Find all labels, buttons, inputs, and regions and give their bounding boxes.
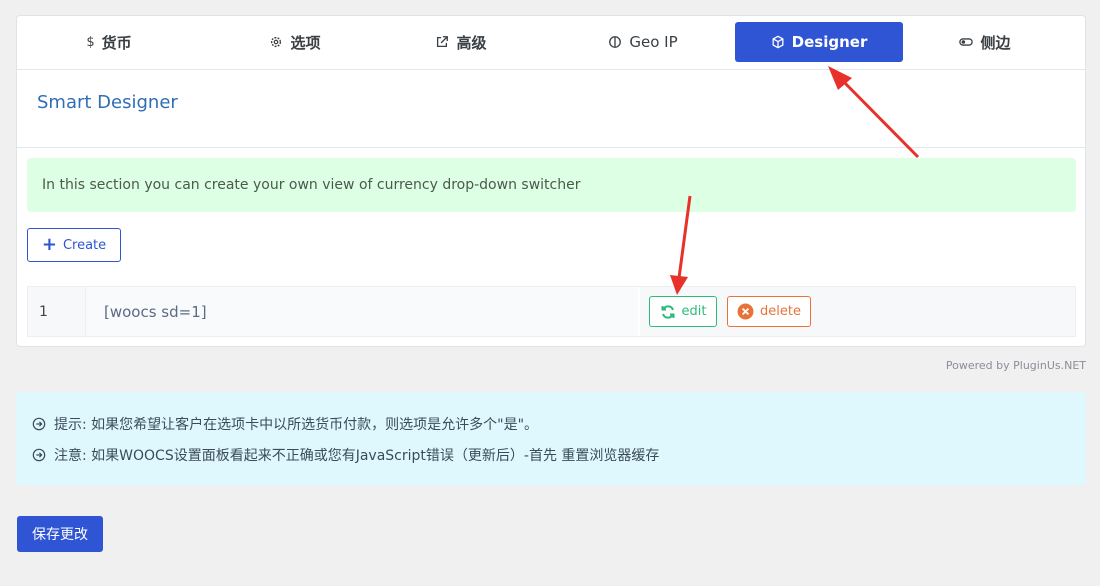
- refresh-icon: [661, 304, 675, 319]
- edit-label: edit: [681, 304, 707, 319]
- help-line: 注意: 如果WOOCS设置面板看起来不正确或您有JavaScript错误（更新后…: [32, 439, 1070, 470]
- arrow-circle-right-icon: [32, 448, 46, 461]
- save-label: 保存更改: [32, 527, 88, 543]
- table-row: 1 [woocs sd=1] edit delete: [27, 286, 1076, 337]
- cube-icon: [772, 35, 784, 49]
- tab-label: Geo IP: [629, 33, 678, 51]
- tab-sidebar[interactable]: 侧边: [901, 22, 1069, 62]
- divider: [17, 147, 1085, 148]
- notice-text: In this section you can create your own …: [42, 177, 581, 193]
- tab-options[interactable]: 选项: [211, 22, 379, 62]
- help-text: 提示: 如果您希望让客户在选项卡中以所选货币付款，则选项是允许多个"是"。: [54, 416, 539, 433]
- tab-label: 侧边: [980, 33, 1011, 52]
- create-button[interactable]: + Create: [27, 228, 121, 262]
- tab-label: 货币: [101, 33, 132, 52]
- toggle-icon: [959, 38, 974, 46]
- tab-designer[interactable]: Designer: [735, 22, 903, 62]
- external-link-icon: [437, 36, 449, 48]
- arrow-circle-right-icon: [32, 417, 46, 430]
- help-text: 注意: 如果WOOCS设置面板看起来不正确或您有JavaScript错误（更新后…: [54, 447, 660, 464]
- powered-by: Powered by PluginUs.NET: [945, 359, 1086, 372]
- section-title: Smart Designer: [37, 92, 178, 113]
- info-notice: In this section you can create your own …: [27, 158, 1076, 212]
- tab-geo-ip[interactable]: Geo IP: [573, 22, 713, 62]
- save-changes-button[interactable]: 保存更改: [17, 516, 103, 552]
- tab-label: 高级: [456, 33, 487, 52]
- help-line: 提示: 如果您希望让客户在选项卡中以所选货币付款，则选项是允许多个"是"。: [32, 408, 1070, 439]
- half-circle-icon: [609, 36, 622, 48]
- delete-button[interactable]: delete: [727, 296, 811, 327]
- close-circle-icon: [737, 303, 754, 320]
- tab-bar: $ 货币 选项 高级 Geo IP Designer 侧边: [17, 16, 1085, 70]
- settings-panel: $ 货币 选项 高级 Geo IP Designer 侧边 Smart Desi…: [16, 15, 1086, 347]
- gear-icon: [271, 36, 282, 48]
- delete-label: delete: [760, 304, 801, 319]
- plus-icon: +: [41, 234, 57, 255]
- edit-button[interactable]: edit: [649, 296, 717, 327]
- create-label: Create: [62, 237, 107, 253]
- help-box: 提示: 如果您希望让客户在选项卡中以所选货币付款，则选项是允许多个"是"。 注意…: [16, 392, 1086, 485]
- shortcode-text: [woocs sd=1]: [87, 287, 640, 336]
- row-number: 1: [28, 287, 86, 336]
- tab-currency[interactable]: $ 货币: [25, 22, 193, 62]
- dollar-icon: $: [86, 34, 95, 50]
- tab-label: Designer: [791, 33, 868, 51]
- tab-advanced[interactable]: 高级: [377, 22, 545, 62]
- row-actions: edit delete: [641, 287, 1075, 336]
- tab-label: 选项: [290, 33, 321, 52]
